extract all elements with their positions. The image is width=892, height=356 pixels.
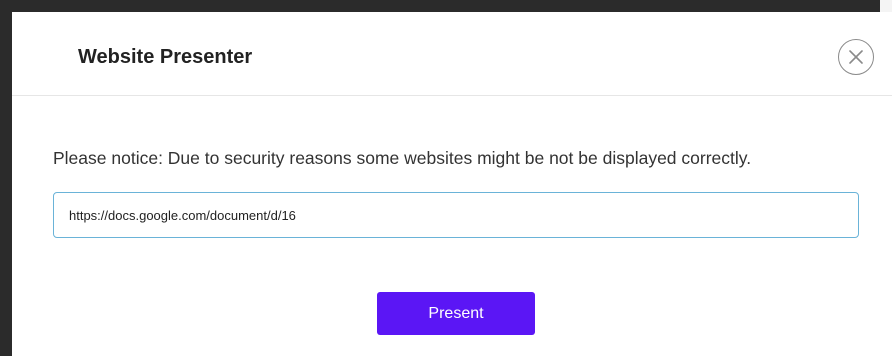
website-presenter-dialog: Website Presenter Please notice: Due to … (12, 12, 892, 356)
backdrop-edge-top (0, 0, 880, 12)
close-icon (849, 50, 863, 64)
screen: Website Presenter Please notice: Due to … (0, 0, 892, 356)
backdrop-corner (880, 0, 892, 12)
close-button[interactable] (838, 39, 874, 75)
dialog-header: Website Presenter (12, 12, 892, 96)
present-button[interactable]: Present (377, 292, 535, 335)
url-input[interactable] (53, 192, 859, 238)
dialog-title: Website Presenter (78, 46, 253, 68)
backdrop-edge-left (0, 0, 12, 356)
security-notice: Please notice: Due to security reasons s… (53, 148, 752, 168)
